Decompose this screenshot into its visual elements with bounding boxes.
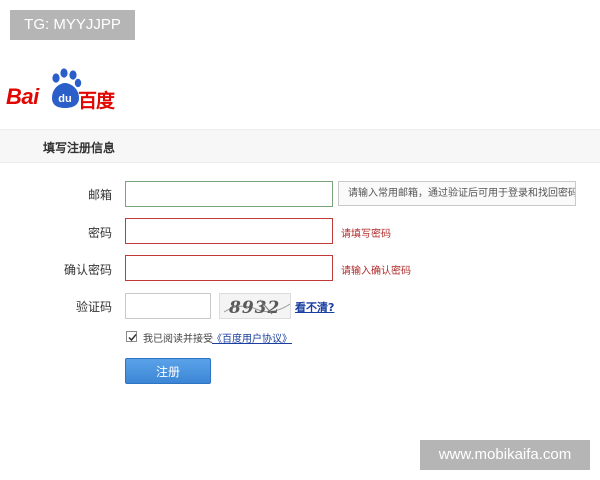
section-title: 填写注册信息	[43, 141, 116, 155]
email-input[interactable]	[125, 181, 333, 207]
agreement-text: 我已阅读并接受	[143, 334, 213, 345]
captcha-input[interactable]	[125, 293, 211, 319]
captcha-text: 8932	[228, 298, 280, 318]
password-input[interactable]	[125, 218, 333, 244]
captcha-refresh-link[interactable]: 看不清?	[295, 299, 334, 315]
captcha-image[interactable]: 8932	[219, 293, 291, 319]
agreement-link[interactable]: 《百度用户协议》	[212, 330, 292, 345]
section-header: 填写注册信息	[0, 129, 600, 163]
confirm-password-error: 请输入确认密码	[341, 266, 411, 277]
watermark-top: TG: MYYJJPP	[10, 10, 135, 40]
email-label: 邮箱	[87, 188, 112, 202]
logo-text-chinese: 百度	[78, 90, 115, 112]
confirm-password-label: 确认密码	[63, 263, 112, 277]
baidu-logo[interactable]: Bai du 百度	[6, 68, 126, 112]
captcha-graphic: 8932	[223, 298, 290, 318]
logo-paw-text: du	[58, 93, 71, 105]
checkmark-icon	[128, 334, 137, 342]
logo-text-latin: Bai	[6, 84, 39, 109]
confirm-password-input[interactable]	[125, 255, 333, 281]
email-hint-tooltip: 请输入常用邮箱，通过验证后可用于登录和找回密码	[338, 181, 576, 206]
password-label: 密码	[87, 226, 112, 240]
register-button[interactable]: 注册	[125, 358, 211, 384]
password-error: 请填写密码	[341, 229, 391, 240]
watermark-bottom: www.mobikaifa.com	[420, 440, 590, 470]
agreement-checkbox[interactable]	[126, 331, 137, 342]
paw-icon: du	[52, 68, 82, 108]
captcha-label: 验证码	[75, 300, 112, 314]
